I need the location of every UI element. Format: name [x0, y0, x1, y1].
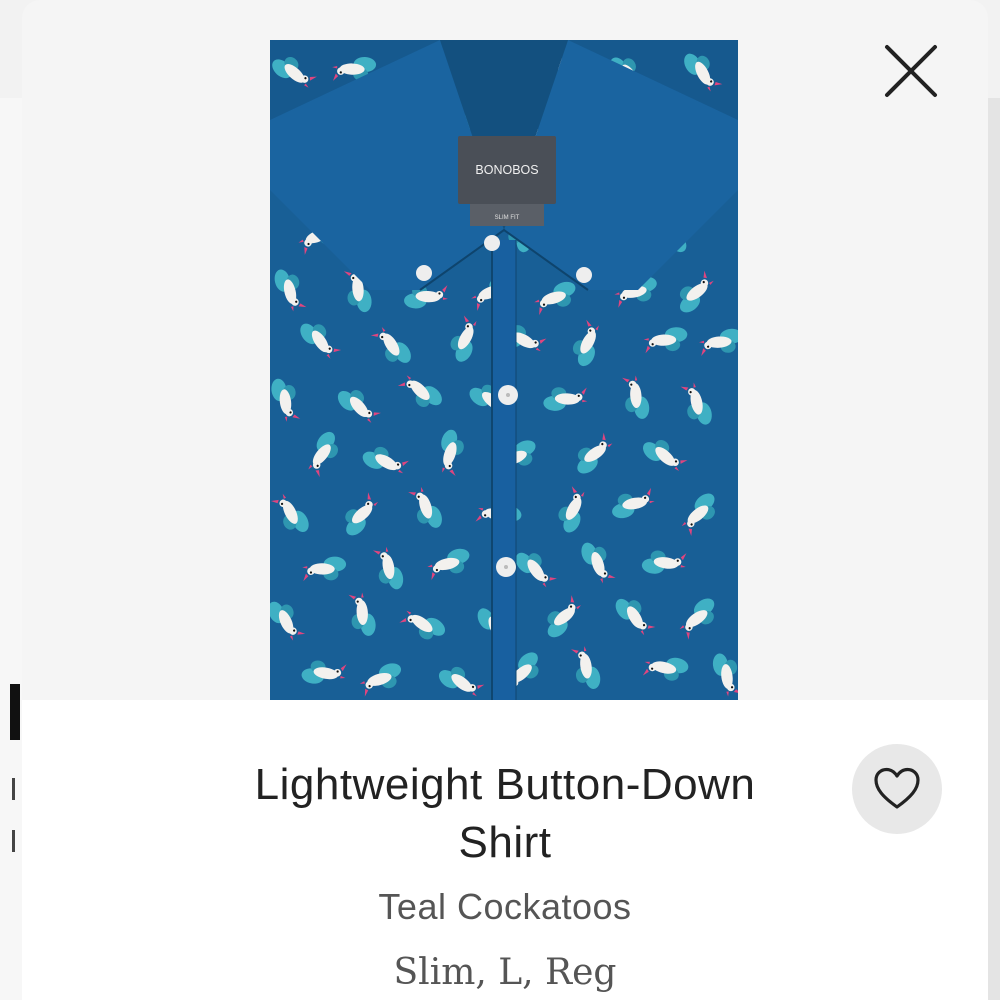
product-selection: Slim, L, Reg: [393, 952, 617, 993]
brand-label-text: BONOBOS: [475, 163, 538, 177]
favorite-button[interactable]: [852, 744, 942, 834]
product-image: BONOBOS SLIM FIT: [270, 40, 738, 700]
background-text-fragment: [12, 778, 15, 800]
background-text-fragment: [12, 830, 15, 852]
product-quickview-modal: BONOBOS SLIM FIT Lightweight Button-Down…: [22, 0, 988, 1000]
background-page-edge: [0, 98, 22, 1000]
product-info-panel: Lightweight Button-Down Shirt Teal Cocka…: [22, 700, 988, 1000]
size-label-text: SLIM FIT: [495, 215, 520, 221]
close-icon: [885, 45, 937, 97]
product-color-name: Teal Cockatoos: [378, 886, 632, 927]
product-title: Lightweight Button-Down Shirt: [254, 760, 756, 867]
heart-icon: [874, 767, 920, 809]
background-tag: [10, 684, 20, 740]
close-button[interactable]: [880, 40, 942, 102]
